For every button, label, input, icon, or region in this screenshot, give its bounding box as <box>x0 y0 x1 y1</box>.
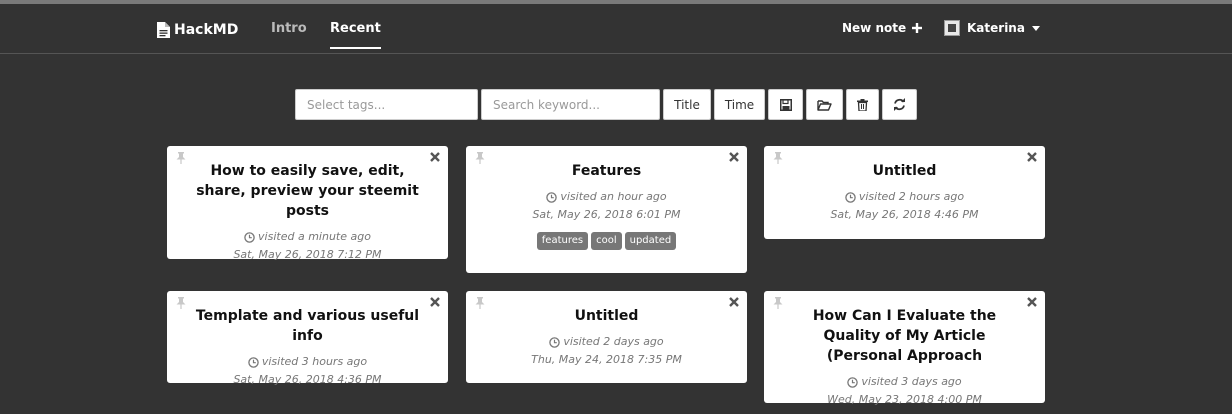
pin-icon[interactable] <box>773 297 783 309</box>
clock-icon <box>549 336 561 348</box>
close-icon[interactable] <box>430 152 440 162</box>
pin-icon[interactable] <box>475 152 485 164</box>
brand-name: HackMD <box>174 22 239 38</box>
note-date: Wed, May 23, 2018 4:00 PM <box>827 393 982 406</box>
folder-open-icon <box>817 99 832 111</box>
brand[interactable]: HackMD <box>157 20 238 40</box>
sort-by-title-button[interactable]: Title <box>663 89 711 120</box>
pin-icon[interactable] <box>176 152 186 164</box>
tab-recent[interactable]: Recent <box>330 21 381 49</box>
close-icon[interactable] <box>430 297 440 307</box>
import-button[interactable] <box>806 89 843 120</box>
avatar <box>944 20 960 36</box>
tab-intro[interactable]: Intro <box>271 21 307 36</box>
note-card[interactable]: How Can I Evaluate the Quality of My Art… <box>764 291 1045 406</box>
clock-icon <box>845 191 856 203</box>
pin-icon[interactable] <box>176 297 186 309</box>
close-icon[interactable] <box>729 297 739 307</box>
note-title: How Can I Evaluate the Quality of My Art… <box>812 308 997 364</box>
note-visited: visited a minute ago <box>167 228 448 246</box>
clock-icon <box>847 376 859 388</box>
close-icon[interactable] <box>1027 152 1037 162</box>
user-menu[interactable]: Katerina <box>944 20 1040 36</box>
note-title: Untitled <box>872 163 937 179</box>
new-note-button[interactable]: New note <box>842 21 923 35</box>
note-date: Sat, May 26, 2018 4:36 PM <box>233 373 382 386</box>
tags-select-input[interactable] <box>295 89 478 120</box>
tag-updated[interactable]: updated <box>624 232 677 250</box>
refresh-icon <box>894 98 905 111</box>
navbar: HackMD Intro Recent New note Katerina <box>0 4 1232 54</box>
new-note-label: New note <box>842 21 907 35</box>
trash-icon <box>857 98 868 111</box>
note-title: Template and various useful info <box>195 308 420 344</box>
tag-features[interactable]: features <box>536 232 589 250</box>
close-icon[interactable] <box>729 152 739 162</box>
note-visited: visited 3 days ago <box>764 373 1045 391</box>
note-visited: visited 2 hours ago <box>764 188 1045 206</box>
search-toolbar: Title Time <box>0 89 1232 120</box>
note-date: Thu, May 24, 2018 7:35 PM <box>531 353 682 366</box>
plus-icon <box>912 23 923 33</box>
note-visited: visited 3 hours ago <box>167 353 448 371</box>
clock-icon <box>546 191 558 203</box>
note-date: Sat, May 26, 2018 6:01 PM <box>532 208 681 221</box>
note-card[interactable]: Features visited an hour ago Sat, May 26… <box>466 146 747 273</box>
note-title: Untitled <box>574 308 639 324</box>
search-keyword-input[interactable] <box>481 89 660 120</box>
tag-cool[interactable]: cool <box>591 232 622 250</box>
file-icon <box>157 22 170 38</box>
clear-history-button[interactable] <box>846 89 879 120</box>
save-icon <box>779 98 792 111</box>
user-name: Katerina <box>967 21 1025 35</box>
pin-icon[interactable] <box>773 152 783 164</box>
sort-by-time-button[interactable]: Time <box>714 89 765 120</box>
note-title: Features <box>571 163 642 179</box>
close-icon[interactable] <box>1027 297 1037 307</box>
note-card[interactable]: Untitled visited 2 days ago Thu, May 24,… <box>466 291 747 383</box>
note-visited: visited 2 days ago <box>466 333 747 351</box>
note-title: How to easily save, edit, share, preview… <box>196 163 419 219</box>
refresh-button[interactable] <box>882 89 917 120</box>
note-card[interactable]: Untitled visited 2 hours ago Sat, May 26… <box>764 146 1045 239</box>
note-card[interactable]: How to easily save, edit, share, preview… <box>167 146 448 261</box>
clock-icon <box>244 231 255 243</box>
note-visited: visited an hour ago <box>466 188 747 206</box>
note-card[interactable]: Template and various useful info visited… <box>167 291 448 386</box>
note-tags: features cool updated <box>466 232 747 250</box>
note-date: Sat, May 26, 2018 7:12 PM <box>233 248 382 261</box>
chevron-down-icon <box>1031 25 1040 31</box>
pin-icon[interactable] <box>475 297 485 309</box>
clock-icon <box>248 356 259 368</box>
export-button[interactable] <box>768 89 803 120</box>
note-date: Sat, May 26, 2018 4:46 PM <box>830 208 979 221</box>
